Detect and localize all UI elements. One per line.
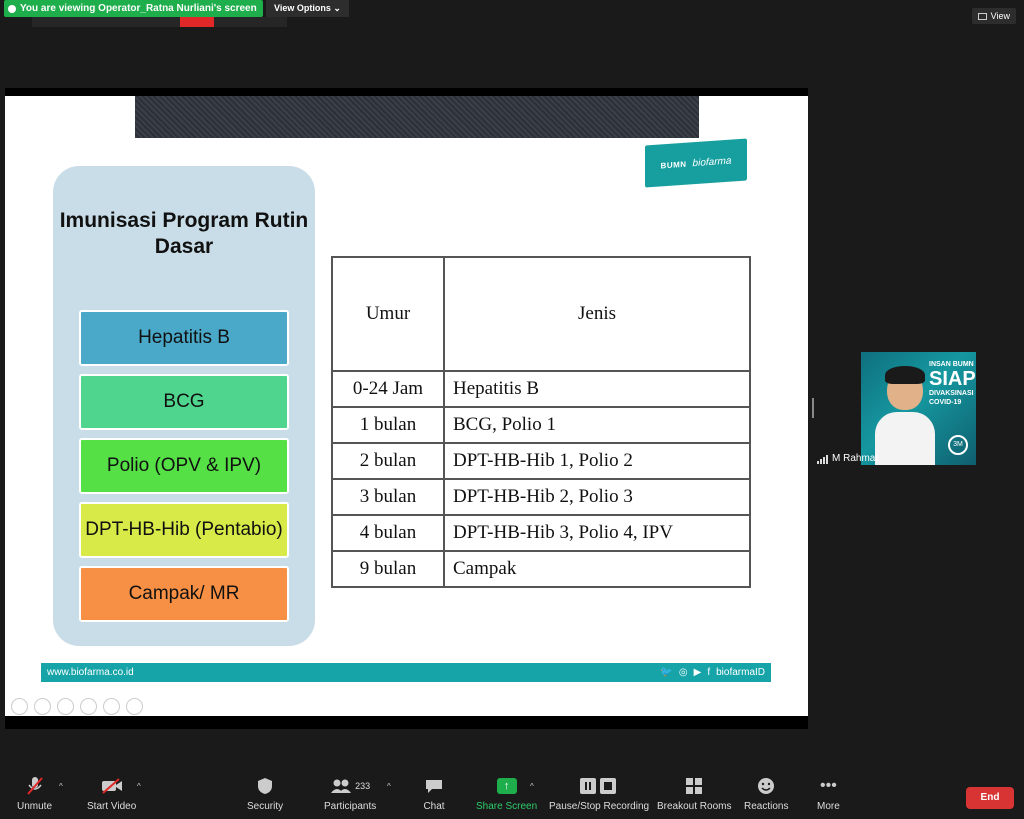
table-row: 9 bulan Campak: [331, 550, 751, 588]
security-button[interactable]: Security: [247, 776, 283, 813]
video-options-caret[interactable]: ^: [137, 782, 141, 791]
cell-jenis: DPT-HB-Hib 1, Polio 2: [443, 442, 751, 480]
participants-options-caret[interactable]: ^: [387, 782, 391, 791]
pen-icon[interactable]: [57, 698, 74, 715]
video-background-text: INSAN BUMN SIAP DIVAKSINASI COVID-19: [929, 361, 976, 406]
facebook-icon: f: [707, 667, 711, 678]
audio-options-caret[interactable]: ^: [59, 782, 63, 791]
share-screen-button[interactable]: ↑ Share Screen: [476, 776, 537, 813]
table-row: 1 bulan BCG, Polio 1: [331, 406, 751, 444]
meeting-toolbar: Unmute ^ Start Video ^ Security 233 Part…: [0, 768, 1024, 819]
table-row: 2 bulan DPT-HB-Hib 1, Polio 2: [331, 442, 751, 480]
unmute-button[interactable]: Unmute: [17, 776, 52, 813]
youtube-icon: ▶: [693, 667, 702, 678]
participant-name-strip: M Rahmat: [817, 451, 977, 467]
chat-button[interactable]: Chat: [423, 776, 445, 813]
header-jenis: Jenis: [443, 256, 751, 372]
slide-footer: www.biofarma.co.id 🐦 ◎ ▶ f biofarmaID: [41, 663, 771, 682]
view-options-label: View Options: [274, 3, 331, 13]
slide-annotation-tools: [11, 698, 143, 715]
cell-jenis: Hepatitis B: [443, 370, 751, 408]
participant-name: M Rahmat: [832, 453, 879, 464]
biofarma-logo: BUMN biofarma: [645, 138, 747, 188]
view-label: View: [990, 11, 1010, 21]
cell-umur: 3 bulan: [331, 478, 445, 516]
end-meeting-button[interactable]: End: [966, 787, 1014, 809]
vaccine-bcg: BCG: [79, 374, 289, 430]
slide-header-block: [135, 96, 699, 138]
chevron-down-icon: ⌄: [333, 3, 341, 13]
table-row: 3 bulan DPT-HB-Hib 2, Polio 3: [331, 478, 751, 516]
recording-status-strip: [32, 17, 287, 27]
screen-share-icon: [8, 4, 16, 13]
cell-umur: 4 bulan: [331, 514, 445, 552]
panel-resize-handle[interactable]: [812, 398, 814, 418]
header-umur: Umur: [331, 256, 445, 372]
instagram-icon: ◎: [678, 667, 688, 678]
twitter-icon: 🐦: [660, 667, 673, 678]
view-button[interactable]: View: [971, 8, 1016, 24]
start-video-button[interactable]: Start Video: [87, 776, 136, 813]
reactions-button[interactable]: Reactions: [744, 776, 788, 813]
table-header-row: Umur Jenis: [331, 256, 751, 372]
vaccine-polio: Polio (OPV & IPV): [79, 438, 289, 494]
social-links: 🐦 ◎ ▶ f biofarmaID: [660, 663, 765, 682]
share-banner-text: You are viewing Operator_Ratna Nurliani'…: [20, 3, 257, 14]
logo-bumn: BUMN: [660, 159, 687, 170]
shared-screen: BUMN biofarma Imunisasi Program Rutin Da…: [5, 88, 808, 729]
video-off-icon: [101, 776, 123, 796]
participants-button[interactable]: 233 Participants: [324, 776, 376, 813]
cell-umur: 9 bulan: [331, 550, 445, 588]
zoom-icon[interactable]: [103, 698, 120, 715]
footer-url: www.biofarma.co.id: [47, 667, 134, 678]
vaccine-campak-mr: Campak/ MR: [79, 566, 289, 622]
more-options-icon[interactable]: [126, 698, 143, 715]
table-row: 4 bulan DPT-HB-Hib 3, Polio 4, IPV: [331, 514, 751, 552]
cell-umur: 2 bulan: [331, 442, 445, 480]
logo-biofarma: biofarma: [692, 155, 732, 169]
presentation-slide: BUMN biofarma Imunisasi Program Rutin Da…: [5, 96, 808, 716]
microphone-muted-icon: [24, 776, 46, 796]
participants-count: 233: [355, 781, 371, 791]
share-banner: You are viewing Operator_Ratna Nurliani'…: [4, 0, 263, 17]
participant-video[interactable]: INSAN BUMN SIAP DIVAKSINASI COVID-19 3M: [861, 352, 976, 465]
smiley-icon: [755, 776, 777, 796]
vaccine-panel: Imunisasi Program Rutin Dasar Hepatitis …: [53, 166, 315, 646]
breakout-rooms-button[interactable]: Breakout Rooms: [657, 776, 731, 813]
breakout-rooms-icon: [683, 776, 705, 796]
table-row: 0-24 Jam Hepatitis B: [331, 370, 751, 408]
participants-icon: 233: [325, 776, 375, 796]
cell-jenis: DPT-HB-Hib 2, Polio 3: [443, 478, 751, 516]
more-button[interactable]: ••• More: [817, 776, 840, 813]
pointer-icon[interactable]: [34, 698, 51, 715]
signal-strength-icon: [817, 454, 828, 464]
chat-icon: [423, 776, 445, 796]
live-indicator: [180, 17, 214, 27]
ellipsis-icon: •••: [819, 777, 837, 794]
shield-icon: [254, 776, 276, 796]
pause-stop-recording-button[interactable]: Pause/Stop Recording: [549, 776, 649, 813]
cell-umur: 1 bulan: [331, 406, 445, 444]
panel-title: Imunisasi Program Rutin Dasar: [59, 209, 309, 258]
grid-icon: [977, 12, 987, 20]
immunization-schedule-table: Umur Jenis 0-24 Jam Hepatitis B 1 bulan …: [331, 256, 751, 588]
prev-slide-icon[interactable]: [11, 698, 28, 715]
cell-umur: 0-24 Jam: [331, 370, 445, 408]
cell-jenis: Campak: [443, 550, 751, 588]
vaccine-dpt-hb-hib: DPT-HB-Hib (Pentabio): [79, 502, 289, 558]
copy-icon[interactable]: [80, 698, 97, 715]
footer-handle: biofarmaID: [716, 667, 765, 678]
vaccine-hepatitis-b: Hepatitis B: [79, 310, 289, 366]
view-options-button[interactable]: View Options ⌄: [266, 0, 349, 17]
pause-stop-icon: [579, 776, 619, 796]
share-options-caret[interactable]: ^: [530, 782, 534, 791]
share-screen-icon: ↑: [496, 776, 518, 796]
cell-jenis: DPT-HB-Hib 3, Polio 4, IPV: [443, 514, 751, 552]
cell-jenis: BCG, Polio 1: [443, 406, 751, 444]
